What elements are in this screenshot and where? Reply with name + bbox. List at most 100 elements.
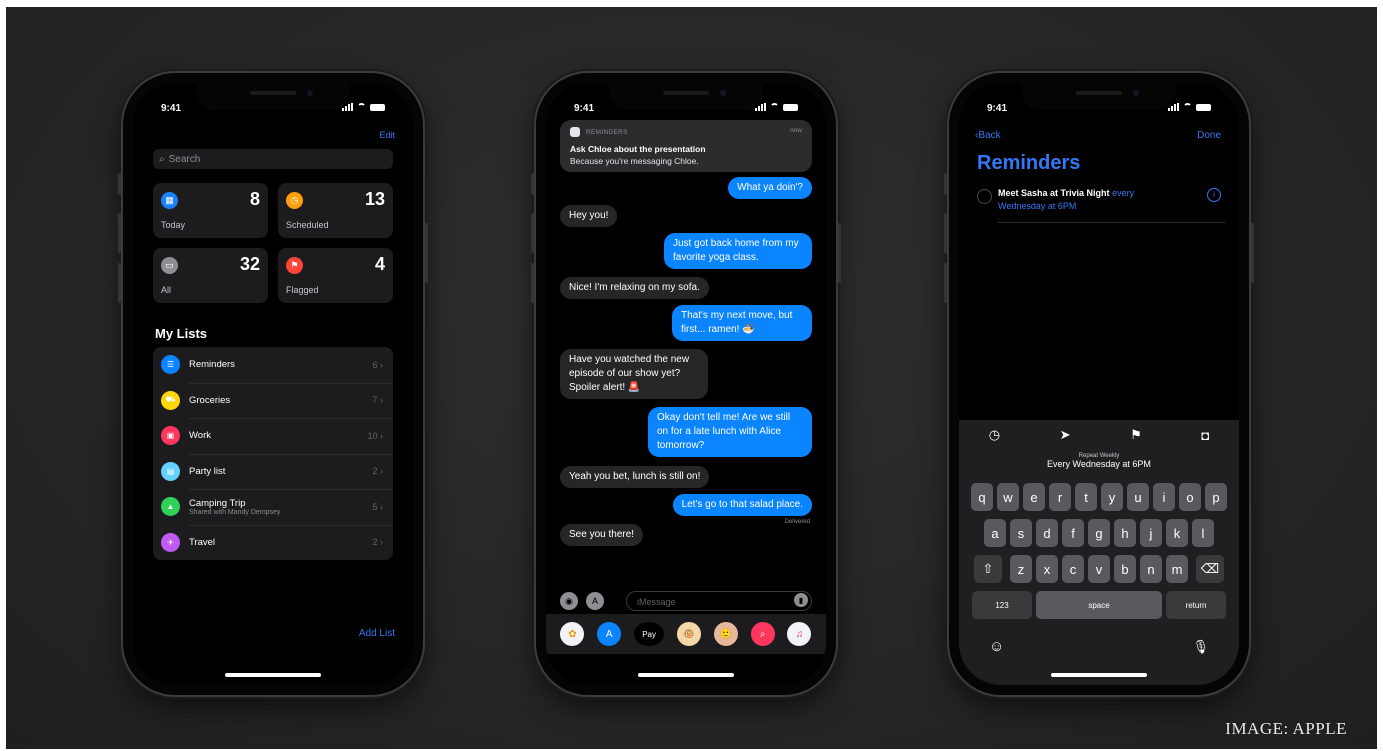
back-button[interactable]: ‹Back <box>975 130 1001 141</box>
calendar-icon: ▦ <box>161 192 178 209</box>
app-store-icon[interactable]: A <box>586 592 604 610</box>
key-x[interactable]: x <box>1036 555 1058 583</box>
key-h[interactable]: h <box>1114 519 1136 547</box>
key-m[interactable]: m <box>1166 555 1188 583</box>
key-d[interactable]: d <box>1036 519 1058 547</box>
list-name: Camping Trip <box>189 497 246 509</box>
key-c[interactable]: c <box>1062 555 1084 583</box>
key-f[interactable]: f <box>1062 519 1084 547</box>
key-s[interactable]: s <box>1010 519 1032 547</box>
shift-key[interactable]: ⇧ <box>974 555 1002 583</box>
card-count: 4 <box>374 254 385 274</box>
message-bubble: Hey you! <box>560 205 618 227</box>
flag-icon[interactable]: ⚑ <box>1130 427 1142 443</box>
message-bubble: Yeah you bet, lunch is still on! <box>560 466 710 488</box>
suggestion-text: Every Wednesday at 6PM <box>1047 459 1151 469</box>
airplane-icon: ✈ <box>161 532 180 552</box>
my-lists-heading: My Lists <box>155 326 208 341</box>
reminder-checkbox[interactable] <box>977 189 992 204</box>
list-item-camping-trip[interactable]: ▲ Camping Trip Shared with Mandy Dempsey… <box>153 489 393 525</box>
key-b[interactable]: b <box>1114 555 1136 583</box>
key-k[interactable]: k <box>1166 519 1188 547</box>
smart-list-scheduled[interactable]: ◷ 13 Scheduled <box>278 183 393 238</box>
clock-icon[interactable]: ◷ <box>989 427 1000 443</box>
key-r[interactable]: r <box>1049 483 1071 511</box>
repeat-suggestion[interactable]: Repeat Weekly Every Wednesday at 6PM <box>959 453 1239 469</box>
key-q[interactable]: q <box>971 483 993 511</box>
briefcase-icon: ▣ <box>161 426 180 446</box>
key-g[interactable]: g <box>1088 519 1110 547</box>
key-i[interactable]: i <box>1153 483 1175 511</box>
location-arrow-icon[interactable]: ➤ <box>1060 427 1071 443</box>
list-count: 5 › <box>372 501 383 512</box>
list-count: 7 › <box>372 395 383 406</box>
status-icons <box>342 102 385 111</box>
message-bubble: What ya doin'? <box>728 177 812 199</box>
home-indicator[interactable] <box>638 673 734 677</box>
home-indicator[interactable] <box>1051 673 1147 677</box>
audio-icon[interactable]: ▮ <box>794 593 808 607</box>
smart-list-today[interactable]: ▦ 8 Today <box>153 183 268 238</box>
message-bubble: Have you watched the new episode of our … <box>560 349 708 399</box>
key-a[interactable]: a <box>984 519 1006 547</box>
my-lists: ☰ Reminders 6 › ⛟ Groceries 7 › ▣ Work 1… <box>153 347 393 560</box>
list-item-reminders[interactable]: ☰ Reminders 6 › <box>153 347 393 383</box>
microphone-icon[interactable]: 🎙 <box>1192 639 1209 655</box>
key-p[interactable]: p <box>1205 483 1227 511</box>
status-time: 9:41 <box>987 103 1008 114</box>
search-input[interactable]: ⌕ Search <box>153 149 393 169</box>
key-z[interactable]: z <box>1010 555 1032 583</box>
camera-icon[interactable]: ◉ <box>560 592 578 610</box>
status-icons <box>1168 102 1211 111</box>
phone-reminder-detail: 9:41 ‹Back Done Reminders Meet Sasha at … <box>944 73 1254 695</box>
smart-list-flagged[interactable]: ⚑ 4 Flagged <box>278 248 393 303</box>
status-time: 9:41 <box>574 103 595 114</box>
list-count: 10 › <box>367 430 383 441</box>
battery-icon <box>1196 104 1211 111</box>
key-w[interactable]: w <box>997 483 1019 511</box>
info-icon[interactable]: i <box>1207 188 1221 202</box>
memoji-icon[interactable]: 🙂 <box>713 622 738 646</box>
card-count: 8 <box>249 189 260 209</box>
list-item-party-list[interactable]: ▤ Party list 2 › <box>153 453 393 490</box>
phone-messages: 9:41 REMINDERS now Ask Chloe about the p… <box>531 73 841 695</box>
delete-key[interactable]: ⌫ <box>1196 555 1224 583</box>
numbers-key[interactable]: 123 <box>972 591 1032 619</box>
reminder-text-field[interactable]: Meet Sasha at Trivia Night every Wednesd… <box>998 187 1158 213</box>
add-list-button[interactable]: Add List <box>359 628 395 639</box>
key-u[interactable]: u <box>1127 483 1149 511</box>
wifi-icon <box>357 102 366 111</box>
animoji-icon[interactable]: 🐵 <box>676 622 701 646</box>
list-title: Reminders <box>977 152 1081 174</box>
key-v[interactable]: v <box>1088 555 1110 583</box>
photos-icon[interactable]: ✿ <box>560 622 585 646</box>
message-input[interactable]: iMessage <box>626 591 812 611</box>
done-button[interactable]: Done <box>1197 130 1221 141</box>
edit-button[interactable]: Edit <box>379 130 395 140</box>
list-item-groceries[interactable]: ⛟ Groceries 7 › <box>153 382 393 419</box>
key-t[interactable]: t <box>1075 483 1097 511</box>
apple-pay-icon[interactable]: Pay <box>634 622 665 646</box>
search-images-icon[interactable]: ⌕ <box>750 622 775 646</box>
app-store-icon[interactable]: A <box>597 622 622 646</box>
key-l[interactable]: l <box>1192 519 1214 547</box>
music-icon[interactable]: ♫ <box>787 622 812 646</box>
photo-background: 9:41 Edit ⌕ Search ▦ 8 Today ◷ 13 Schedu… <box>6 7 1377 749</box>
reminders-app-icon <box>570 127 580 137</box>
list-item-work[interactable]: ▣ Work 10 › <box>153 418 393 454</box>
key-y[interactable]: y <box>1101 483 1123 511</box>
key-o[interactable]: o <box>1179 483 1201 511</box>
home-indicator[interactable] <box>225 673 321 677</box>
space-key[interactable]: space <box>1036 591 1162 619</box>
key-j[interactable]: j <box>1140 519 1162 547</box>
keyboard-row-4: 123 space return <box>962 591 1236 619</box>
return-key[interactable]: return <box>1166 591 1226 619</box>
reminder-notification[interactable]: REMINDERS now Ask Chloe about the presen… <box>560 120 812 172</box>
smart-list-all[interactable]: ▭ 32 All <box>153 248 268 303</box>
key-n[interactable]: n <box>1140 555 1162 583</box>
list-item-travel[interactable]: ✈ Travel 2 › <box>153 524 393 561</box>
emoji-icon[interactable]: ☺ <box>989 638 1004 655</box>
message-bubble: Nice! I'm relaxing on my sofa. <box>560 277 709 299</box>
key-e[interactable]: e <box>1023 483 1045 511</box>
camera-icon[interactable]: ◘ <box>1201 428 1209 443</box>
